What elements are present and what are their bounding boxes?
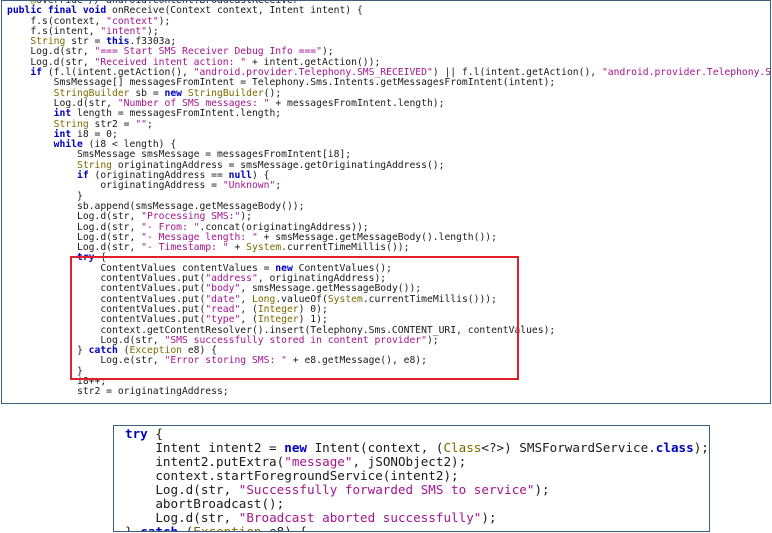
code-token: str2 = originatingAddress; — [7, 386, 229, 398]
code-token: "Unknown" — [222, 180, 276, 192]
code-line: Log.e(str, "Error storing SMS: " + e8.ge… — [7, 356, 770, 366]
code-token: ); — [481, 510, 497, 525]
code-token: "Broadcast aborted successfully" — [238, 510, 482, 525]
code-token: intent2.putExtra( — [125, 454, 285, 469]
code-token: try — [125, 426, 148, 441]
code-token: System — [246, 242, 282, 254]
code-line: abortBroadcast(); — [125, 497, 709, 511]
code-token: "Error storing SMS: " — [164, 355, 287, 367]
code-token: Intent intent2 = — [125, 440, 285, 455]
code-token: ); — [158, 15, 171, 27]
code-line: String str2 = ""; — [7, 118, 770, 130]
code-block-forward-service: } try { Intent intent2 = new Intent(conte… — [125, 426, 709, 532]
code-token: .currentTimeMillis())); — [362, 293, 497, 305]
code-token: ; — [147, 118, 153, 130]
code-token: + messagesFromIntent.length); — [269, 97, 445, 109]
code-token: <?>) SMSForwardService. — [481, 440, 656, 455]
code-token: System — [327, 293, 363, 305]
code-token: ); — [534, 482, 550, 497]
code-line: } catch (Exception e8) { — [125, 525, 709, 532]
code-token: e8) { — [261, 524, 308, 532]
code-line: } — [7, 366, 770, 377]
code-token: new — [284, 440, 307, 455]
code-token: "Successfully forwarded SMS to service" — [238, 482, 535, 497]
code-line: Intent intent2 = new Intent(context, (Cl… — [125, 441, 709, 455]
code-line: originatingAddress = "Unknown"; — [7, 181, 770, 191]
code-token: Intent(context, ( — [306, 440, 444, 455]
code-line: context.startForegroundService(intent2); — [125, 469, 709, 483]
code-token: "android.provider.Telephony.SMS_DELIVER" — [601, 67, 771, 79]
code-token: Log.d(str, — [125, 510, 239, 525]
decompiled-code-panel-receiver: @Override // android.content.BroadcastRe… — [1, 0, 771, 404]
code-token: Class — [443, 440, 482, 455]
code-line: str2 = originatingAddress; — [7, 387, 770, 397]
code-token: { — [147, 426, 163, 441]
code-token: ); — [426, 334, 439, 346]
code-line: intent2.putExtra("message", jSONObject2)… — [125, 455, 709, 469]
code-token: "message" — [284, 454, 353, 469]
code-token: ); — [693, 440, 709, 455]
code-token: .currentTimeMillis()); — [281, 242, 410, 254]
code-token: "" — [135, 118, 148, 130]
code-token: "- Timestamp: " — [141, 242, 229, 254]
code-token: , jSONObject2); — [352, 454, 467, 469]
code-token: } — [125, 524, 141, 532]
code-token: catch — [140, 524, 179, 532]
code-line: Log.d(str, "Successfully forwarded SMS t… — [125, 483, 709, 497]
code-line: try { — [125, 427, 709, 441]
code-token: abortBroadcast(); — [125, 496, 285, 511]
code-token: + — [228, 242, 247, 254]
code-token: ( — [178, 524, 194, 532]
code-token: Exception — [193, 524, 262, 532]
code-token: class — [655, 440, 694, 455]
code-block-onreceive: @Override // android.content.BroadcastRe… — [7, 1, 771, 398]
code-line: Log.d(str, "Broadcast aborted successful… — [125, 511, 709, 525]
code-token: + e8.getMessage(), e8); — [286, 355, 427, 367]
code-token: context.startForegroundService(intent2); — [125, 468, 459, 483]
code-line: Log.d(str, "- Timestamp: " + System.curr… — [7, 242, 770, 254]
decompiled-code-panel-forward: } try { Intent intent2 = new Intent(conte… — [113, 425, 710, 532]
code-token: Log.d(str, — [125, 482, 239, 497]
code-token: ; — [275, 180, 282, 192]
